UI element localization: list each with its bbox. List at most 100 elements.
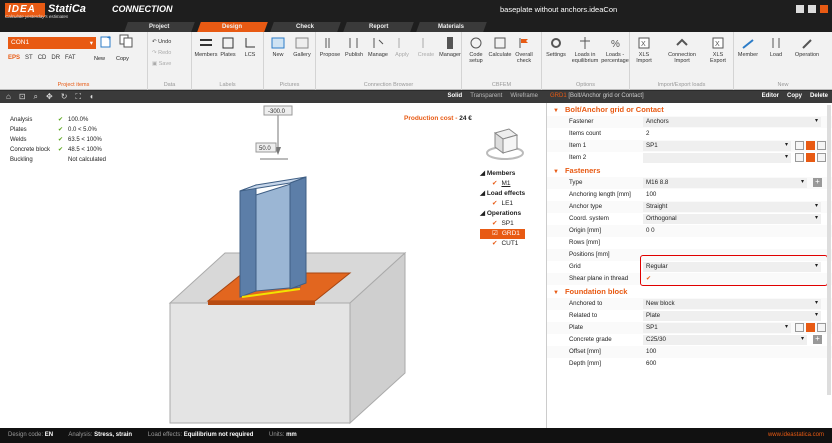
add-icon[interactable]: + xyxy=(813,335,822,344)
website-link[interactable]: www.ideastatica.com xyxy=(768,432,824,438)
code-setup-button[interactable]: Code setup xyxy=(464,36,488,64)
concrete-grade-select[interactable]: C25/30 xyxy=(643,335,807,345)
item2-select[interactable] xyxy=(643,153,791,163)
fastener-select[interactable]: Anchors xyxy=(643,117,821,127)
loads-percentage-button[interactable]: % Loads - percentage xyxy=(600,36,630,64)
add-icon[interactable]: + xyxy=(813,178,822,187)
zoom-icon[interactable]: ⌕ xyxy=(34,92,38,102)
close-button[interactable] xyxy=(820,5,828,13)
plate-icon[interactable] xyxy=(795,323,804,332)
view-cube[interactable] xyxy=(485,121,525,161)
members-label-button[interactable]: Members xyxy=(194,36,218,58)
new-picture-button[interactable]: New xyxy=(266,36,290,58)
type-select[interactable]: M16 8.8 xyxy=(643,178,807,188)
tab-check[interactable]: Check xyxy=(270,22,341,32)
list-icon[interactable] xyxy=(795,141,804,150)
mode-solid[interactable]: Solid xyxy=(448,93,463,99)
offset-input[interactable]: 100 xyxy=(643,347,821,357)
apply-button[interactable]: Apply xyxy=(390,36,414,58)
calculate-button[interactable]: Calculate xyxy=(488,36,512,58)
pan-icon[interactable]: ✥ xyxy=(46,92,53,102)
fit-icon[interactable]: ⛶ xyxy=(75,92,81,102)
manager-button[interactable]: Manager xyxy=(438,36,462,58)
pick-icon[interactable] xyxy=(806,141,815,150)
tab-report[interactable]: Report xyxy=(343,22,414,32)
origin-input[interactable]: 0 0 xyxy=(643,226,821,236)
new-load-button[interactable]: Load xyxy=(764,36,788,58)
mode-wireframe[interactable]: Wireframe xyxy=(510,93,538,99)
coord-system-select[interactable]: Orthogonal xyxy=(643,214,821,224)
section-fasteners[interactable]: ▼ Fasteners xyxy=(547,164,832,177)
delete-button[interactable]: Delete xyxy=(810,93,828,99)
undo-button[interactable]: ↶ Undo xyxy=(152,37,171,48)
overall-check-button[interactable]: Overall check xyxy=(512,36,536,64)
plates-label-button[interactable]: Plates xyxy=(216,36,240,58)
tree-members[interactable]: ◢ Members xyxy=(480,169,525,179)
pick-icon[interactable] xyxy=(806,153,815,162)
tree-item-sp1[interactable]: ✔ SP1 xyxy=(480,219,525,229)
section-foundation[interactable]: ▼ Foundation block xyxy=(547,285,832,298)
plate-select[interactable]: SP1 xyxy=(643,323,791,333)
create-button[interactable]: Create xyxy=(414,36,438,58)
pick-icon[interactable] xyxy=(806,323,815,332)
cursor-icon[interactable] xyxy=(817,153,826,162)
loads-equilibrium-button[interactable]: Loads in equilibrium xyxy=(570,36,600,64)
code-fat[interactable]: FAT xyxy=(65,55,76,61)
editor-button[interactable]: Editor xyxy=(762,93,779,99)
lcs-label-button[interactable]: LCS xyxy=(238,36,262,58)
redo-button[interactable]: ↷ Redo xyxy=(152,48,171,59)
tab-project[interactable]: Project xyxy=(124,22,195,32)
code-dr[interactable]: DR xyxy=(51,55,60,61)
connection-model[interactable]: -300.0 50.0 xyxy=(160,103,420,428)
list-icon[interactable] xyxy=(795,153,804,162)
publish-button[interactable]: Publish xyxy=(342,36,366,58)
rows-input[interactable] xyxy=(643,238,821,248)
depth-input[interactable]: 600 xyxy=(643,359,821,369)
items-count-value[interactable]: 2 xyxy=(643,129,821,139)
copy-item-button[interactable] xyxy=(114,34,138,50)
item1-select[interactable]: SP1 xyxy=(643,141,791,151)
connection-selector[interactable]: CON1 ▾ xyxy=(8,37,96,49)
copy-button[interactable]: Copy xyxy=(787,93,802,99)
minimize-button[interactable] xyxy=(796,5,804,13)
panel-scrollbar[interactable] xyxy=(827,105,831,395)
code-cd[interactable]: CD xyxy=(38,55,47,61)
rotate-icon[interactable]: ↻ xyxy=(61,92,68,102)
propose-button[interactable]: Propose xyxy=(318,36,342,58)
related-to-select[interactable]: Plate xyxy=(643,311,821,321)
viewport-3d[interactable]: Analysis ✔ 100.0% Plates ✔ 0.0 < 5.0% Welds ✔… xyxy=(0,103,546,428)
gallery-button[interactable]: Gallery xyxy=(290,36,314,58)
mode-transparent[interactable]: Transparent xyxy=(470,93,502,99)
tree-item-le1[interactable]: ✔ LE1 xyxy=(480,199,525,209)
tree-operations[interactable]: ◢ Operations xyxy=(480,209,525,219)
tab-materials[interactable]: Materials xyxy=(416,22,487,32)
manage-button[interactable]: Manage xyxy=(366,36,390,58)
new-member-button[interactable]: Member xyxy=(736,36,760,58)
eraser-icon[interactable]: ◖ xyxy=(89,92,94,102)
tree-load-effects[interactable]: ◢ Load effects xyxy=(480,189,525,199)
section-grid[interactable]: ▼ Bolt/Anchor grid or Contact xyxy=(547,103,832,116)
code-eps[interactable]: EPS xyxy=(8,55,20,61)
settings-button[interactable]: Settings xyxy=(544,36,568,58)
tree-item-grd1[interactable]: ☑ GRD1 xyxy=(480,229,526,239)
new-operation-button[interactable]: Operation xyxy=(790,36,824,58)
home-icon[interactable]: ⌂ xyxy=(6,92,11,102)
anchor-type-select[interactable]: Straight xyxy=(643,202,821,212)
tree-item-m1[interactable]: ✔ M1 xyxy=(480,179,525,189)
panel-subtitle: [Bolt/Anchor grid or Contact] xyxy=(568,93,644,99)
cursor-icon[interactable] xyxy=(817,323,826,332)
zoom-window-icon[interactable]: ⊡ xyxy=(19,92,26,102)
xls-export-button[interactable]: X XLS Export xyxy=(706,36,730,64)
cursor-icon[interactable] xyxy=(817,141,826,150)
prop-related-to: Related to Plate xyxy=(547,310,832,322)
tree-item-cut1[interactable]: ✔ CUT1 xyxy=(480,239,525,249)
connection-import-button[interactable]: Connection Import xyxy=(662,36,702,64)
anchoring-length-input[interactable]: 100 xyxy=(643,190,821,200)
maximize-button[interactable] xyxy=(808,5,816,13)
xls-import-button[interactable]: X XLS Import xyxy=(632,36,656,64)
tab-design[interactable]: Design xyxy=(197,22,268,32)
code-st[interactable]: ST xyxy=(25,55,33,61)
anchored-to-select[interactable]: New block xyxy=(643,299,821,309)
prop-anchored-to: Anchored to New block xyxy=(547,298,832,310)
save-button[interactable]: ▣ Save xyxy=(152,59,171,70)
